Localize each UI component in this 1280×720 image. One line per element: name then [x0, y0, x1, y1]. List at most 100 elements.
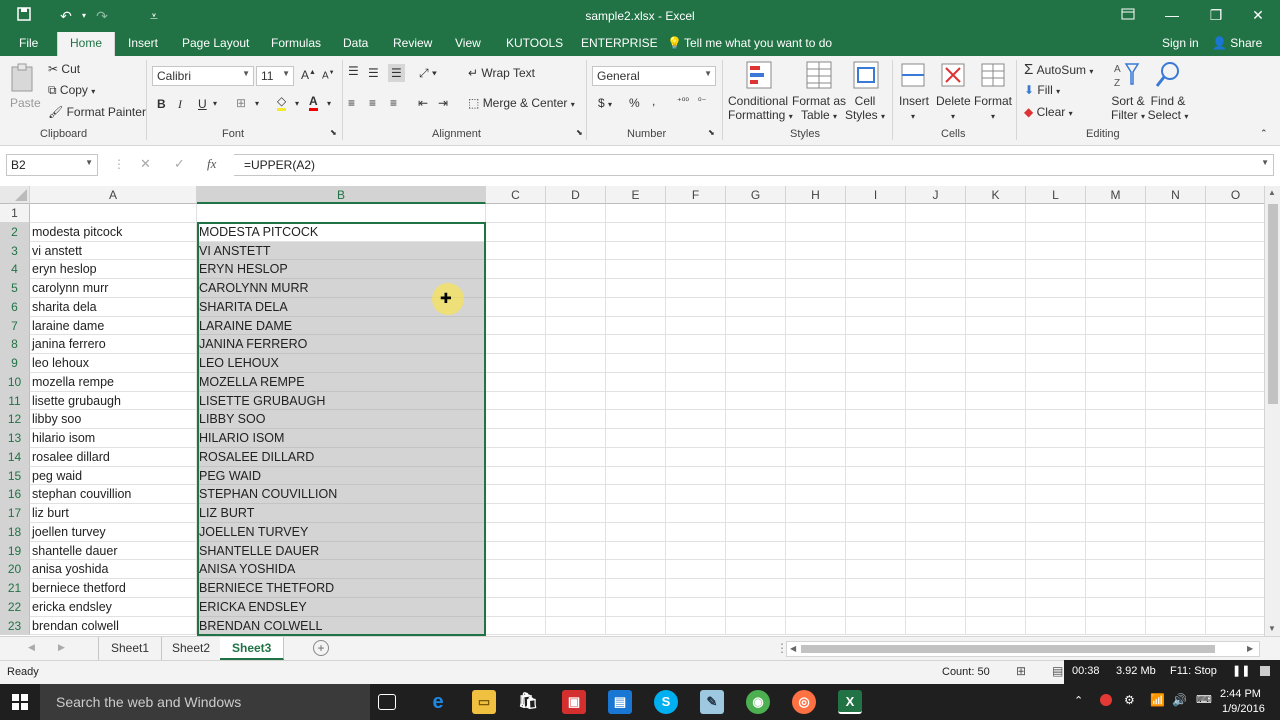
italic-icon[interactable]: I [178, 97, 182, 112]
cell-a[interactable]: peg waid [30, 466, 197, 486]
empty-cell[interactable] [846, 204, 906, 223]
empty-cell[interactable] [786, 316, 846, 336]
empty-cell[interactable] [726, 447, 786, 467]
empty-cell[interactable] [1206, 579, 1264, 598]
font-name-select[interactable]: Calibri ▼ [152, 66, 254, 86]
tab-page-layout[interactable]: Page Layout [182, 36, 249, 50]
empty-cell[interactable] [786, 560, 846, 579]
empty-cell[interactable] [1146, 354, 1206, 373]
empty-cell[interactable] [966, 391, 1026, 411]
empty-cell[interactable] [1086, 522, 1146, 542]
empty-cell[interactable] [666, 579, 726, 598]
empty-cell[interactable] [786, 297, 846, 317]
empty-cell[interactable] [666, 222, 726, 242]
empty-cell[interactable] [846, 541, 906, 561]
empty-cell[interactable] [966, 466, 1026, 486]
cell-b[interactable] [197, 204, 486, 223]
clock-time[interactable]: 2:44 PM [1220, 688, 1261, 700]
cell-a[interactable]: modesta pitcock [30, 222, 197, 242]
empty-cell[interactable] [1146, 597, 1206, 617]
empty-cell[interactable] [846, 485, 906, 504]
app-note-icon[interactable]: ✎ [700, 690, 724, 714]
empty-cell[interactable] [486, 616, 546, 636]
row-header[interactable]: 3 [0, 241, 30, 261]
empty-cell[interactable] [486, 466, 546, 486]
empty-cell[interactable] [1206, 504, 1264, 523]
empty-cell[interactable] [606, 241, 666, 261]
sign-in-link[interactable]: Sign in [1162, 36, 1199, 50]
empty-cell[interactable] [606, 410, 666, 429]
align-center-icon[interactable]: ≡ [369, 96, 376, 110]
empty-cell[interactable] [1026, 485, 1086, 504]
empty-cell[interactable] [606, 279, 666, 298]
empty-cell[interactable] [846, 297, 906, 317]
fill-color-icon[interactable]: ◇ [277, 94, 287, 111]
empty-cell[interactable] [606, 260, 666, 279]
empty-cell[interactable] [546, 429, 606, 448]
column-header-f[interactable]: F [666, 186, 726, 204]
empty-cell[interactable] [606, 466, 666, 486]
empty-cell[interactable] [1086, 504, 1146, 523]
empty-cell[interactable] [906, 372, 966, 392]
empty-cell[interactable] [486, 354, 546, 373]
empty-cell[interactable] [486, 410, 546, 429]
empty-cell[interactable] [966, 410, 1026, 429]
empty-cell[interactable] [1146, 279, 1206, 298]
empty-cell[interactable] [846, 260, 906, 279]
dialog-launcher-icon[interactable]: ⬊ [708, 128, 715, 137]
empty-cell[interactable] [606, 335, 666, 354]
empty-cell[interactable] [906, 560, 966, 579]
stop-icon[interactable] [1260, 666, 1270, 676]
empty-cell[interactable] [606, 391, 666, 411]
empty-cell[interactable] [1146, 297, 1206, 317]
empty-cell[interactable] [1146, 204, 1206, 223]
empty-cell[interactable] [966, 204, 1026, 223]
empty-cell[interactable] [966, 522, 1026, 542]
cell-a[interactable]: brendan colwell [30, 616, 197, 636]
empty-cell[interactable] [906, 354, 966, 373]
empty-cell[interactable] [1206, 410, 1264, 429]
empty-cell[interactable] [906, 447, 966, 467]
tell-me-search[interactable]: Tell me what you want to do [684, 36, 832, 50]
row-header[interactable]: 16 [0, 485, 30, 504]
bottom-align-icon[interactable]: ☰ [388, 64, 405, 82]
empty-cell[interactable] [606, 429, 666, 448]
empty-cell[interactable] [606, 485, 666, 504]
empty-cell[interactable] [486, 504, 546, 523]
conditional-formatting-button[interactable]: Conditional Formatting ▾ [728, 94, 793, 122]
tab-home[interactable]: Home [57, 32, 116, 56]
normal-view-icon[interactable]: ⊞ [1016, 664, 1026, 678]
empty-cell[interactable] [546, 522, 606, 542]
cell-b[interactable]: LEO LEHOUX [197, 354, 486, 373]
column-header-l[interactable]: L [1026, 186, 1086, 204]
empty-cell[interactable] [1026, 504, 1086, 523]
empty-cell[interactable] [906, 410, 966, 429]
row-header[interactable]: 17 [0, 504, 30, 523]
empty-cell[interactable] [966, 429, 1026, 448]
chrome-icon[interactable]: ◉ [746, 690, 770, 714]
cell-b[interactable]: LIZ BURT [197, 504, 486, 523]
cell-b[interactable]: MOZELLA REMPE [197, 372, 486, 392]
empty-cell[interactable] [726, 279, 786, 298]
empty-cell[interactable] [1206, 335, 1264, 354]
empty-cell[interactable] [1086, 316, 1146, 336]
empty-cell[interactable] [666, 204, 726, 223]
empty-cell[interactable] [786, 222, 846, 242]
empty-cell[interactable] [726, 316, 786, 336]
cell-a[interactable]: carolynn murr [30, 279, 197, 298]
file-explorer-icon[interactable]: ▭ [472, 690, 496, 714]
empty-cell[interactable] [1086, 204, 1146, 223]
empty-cell[interactable] [966, 485, 1026, 504]
row-header[interactable]: 18 [0, 522, 30, 542]
empty-cell[interactable] [846, 597, 906, 617]
cell-b[interactable]: ERICKA ENDSLEY [197, 597, 486, 617]
empty-cell[interactable] [1206, 560, 1264, 579]
empty-cell[interactable] [1026, 391, 1086, 411]
prev-sheet-icon[interactable]: ◀ [28, 642, 35, 653]
empty-cell[interactable] [1206, 204, 1264, 223]
grow-font-icon[interactable]: A▲ [301, 68, 316, 82]
skype-icon[interactable]: S [654, 690, 678, 714]
empty-cell[interactable] [1146, 466, 1206, 486]
row-header[interactable]: 13 [0, 429, 30, 448]
empty-cell[interactable] [606, 222, 666, 242]
